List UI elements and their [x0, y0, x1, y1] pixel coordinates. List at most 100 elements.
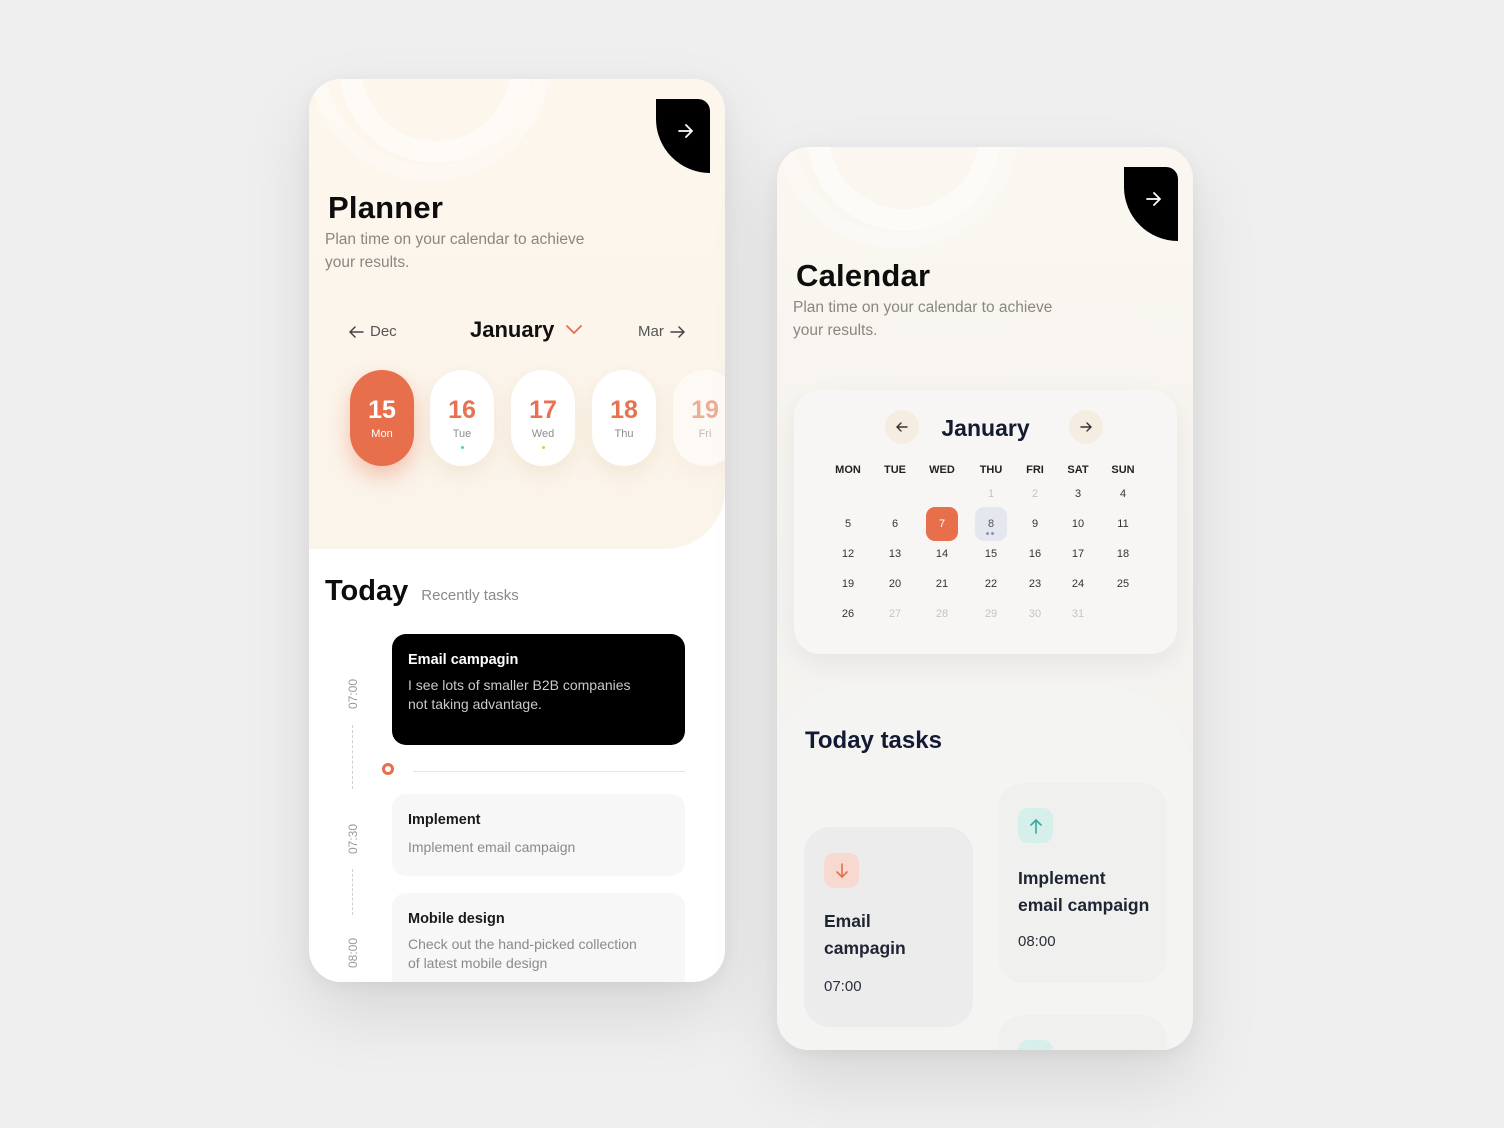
- month-selector[interactable]: January: [470, 317, 583, 343]
- day-number: 16: [448, 396, 476, 424]
- day-number: 18: [610, 396, 638, 424]
- day-name: Thu: [614, 428, 634, 440]
- weekday-label: MON: [835, 464, 861, 476]
- day-pill-16[interactable]: 16 Tue: [430, 370, 494, 466]
- month-calendar: January MON TUE WED THU FRI SAT SUN 1234567891…: [794, 390, 1177, 654]
- calendar-day[interactable]: 15: [975, 537, 1007, 571]
- day-name: Mon: [371, 428, 393, 440]
- task-tile-email-campaign[interactable]: Email campagin 07:00: [804, 827, 973, 1027]
- arrow-right-icon: [670, 325, 685, 338]
- current-time-marker: [382, 763, 394, 775]
- calendar-day[interactable]: 17: [1062, 537, 1094, 571]
- task-card-mobile-design[interactable]: Mobile design Check out the hand-picked …: [392, 893, 685, 982]
- calendar-day[interactable]: 4: [1107, 477, 1139, 511]
- prev-month-label: Dec: [370, 323, 397, 340]
- timeline-divider: [352, 869, 353, 915]
- calendar-day[interactable]: 29: [975, 597, 1007, 631]
- calendar-day[interactable]: 31: [1062, 597, 1094, 631]
- weekday-label: SUN: [1111, 464, 1135, 476]
- planner-hero-background: [309, 79, 725, 549]
- calendar-day[interactable]: 26: [832, 597, 864, 631]
- decorative-ring: [777, 147, 1019, 249]
- today-tasks-title: Today tasks: [805, 727, 942, 754]
- weekday-label: FRI: [1026, 464, 1044, 476]
- forward-button[interactable]: [1124, 167, 1178, 241]
- calendar-day[interactable]: 24: [1062, 567, 1094, 601]
- prev-month-button[interactable]: Dec: [349, 323, 397, 340]
- calendar-day[interactable]: 10: [1062, 507, 1094, 541]
- calendar-day[interactable]: 2: [1019, 477, 1051, 511]
- day-pill-18[interactable]: 18 Thu: [592, 370, 656, 466]
- month-label: January: [470, 317, 555, 342]
- calendar-day[interactable]: 30: [1019, 597, 1051, 631]
- calendar-day[interactable]: 27: [879, 597, 911, 631]
- task-icon: [1018, 1040, 1053, 1050]
- calendar-day[interactable]: 1: [975, 477, 1007, 511]
- calendar-day[interactable]: 23: [1019, 567, 1051, 601]
- today-subtitle: Recently tasks: [421, 587, 519, 604]
- calendar-day[interactable]: 28: [926, 597, 958, 631]
- task-card-implement[interactable]: Implement Implement email campaign: [392, 794, 685, 876]
- calendar-day[interactable]: 7: [926, 507, 958, 541]
- event-dot: [541, 446, 545, 449]
- day-pill-19[interactable]: 19 Fri: [673, 370, 725, 466]
- arrow-right-icon: [1080, 422, 1092, 432]
- task-title: Mobile design: [408, 911, 505, 927]
- arrow-right-icon: [1146, 192, 1161, 206]
- task-card-email-campaign[interactable]: Email campagin I see lots of smaller B2B…: [392, 634, 685, 745]
- day-pill-17[interactable]: 17 Wed: [511, 370, 575, 466]
- calendar-day[interactable]: 5: [832, 507, 864, 541]
- calendar-day[interactable]: 25: [1107, 567, 1139, 601]
- event-dot: [460, 446, 464, 449]
- next-month-button[interactable]: [1069, 410, 1103, 444]
- task-title: Email campagin: [408, 652, 519, 668]
- day-name: Fri: [698, 428, 712, 440]
- next-month-button[interactable]: Mar: [638, 323, 685, 340]
- day-pill-15[interactable]: 15 Mon: [350, 370, 414, 466]
- time-label: 08:00: [346, 937, 360, 968]
- event-dots: [986, 532, 994, 535]
- calendar-day[interactable]: 13: [879, 537, 911, 571]
- day-name: Tue: [452, 428, 472, 440]
- weekday-label: WED: [929, 464, 955, 476]
- task-time: 08:00: [1018, 933, 1056, 950]
- calendar-day[interactable]: 8: [975, 507, 1007, 541]
- calendar-day[interactable]: 22: [975, 567, 1007, 601]
- next-month-label: Mar: [638, 323, 664, 340]
- today-title: Today: [325, 575, 409, 607]
- page-title: Planner: [328, 190, 444, 225]
- calendar-day[interactable]: 6: [879, 507, 911, 541]
- task-description: I see lots of smaller B2B companies not …: [408, 677, 631, 712]
- calendar-day[interactable]: 9: [1019, 507, 1051, 541]
- planner-screen: Planner Plan time on your calendar to ac…: [309, 79, 725, 982]
- task-title: Implement: [408, 812, 481, 828]
- day-number: 19: [691, 396, 719, 424]
- page-subtitle: Plan time on your calendar to achieve yo…: [793, 299, 1053, 339]
- decorative-ring: [309, 79, 551, 181]
- arrow-right-icon: [678, 124, 693, 138]
- calendar-month-title: January: [941, 415, 1030, 441]
- task-time: 07:00: [824, 978, 862, 995]
- arrow-left-icon: [349, 325, 364, 338]
- arrow-down-icon: [824, 853, 859, 888]
- task-tile-implement[interactable]: Implement email campaign 08:00: [998, 783, 1167, 983]
- current-time-line: [413, 771, 685, 772]
- time-label: 07:00: [346, 678, 360, 709]
- task-tile-partial[interactable]: [998, 1015, 1167, 1050]
- calendar-day[interactable]: 14: [926, 537, 958, 571]
- calendar-day[interactable]: 12: [832, 537, 864, 571]
- task-description: Check out the hand-picked collection of …: [408, 936, 637, 971]
- task-title: Implement email campaign: [1018, 868, 1150, 915]
- arrow-up-icon: [1018, 808, 1053, 843]
- calendar-day[interactable]: 19: [832, 567, 864, 601]
- calendar-day[interactable]: 16: [1019, 537, 1051, 571]
- calendar-day[interactable]: 20: [879, 567, 911, 601]
- calendar-day[interactable]: 18: [1107, 537, 1139, 571]
- calendar-day[interactable]: 21: [926, 567, 958, 601]
- time-label: 07:30: [346, 823, 360, 854]
- calendar-screen: Calendar Plan time on your calendar to a…: [777, 147, 1193, 1050]
- calendar-day[interactable]: 11: [1107, 507, 1139, 541]
- page-title: Calendar: [796, 258, 931, 293]
- today-header: Today Recently tasks: [325, 575, 519, 608]
- calendar-day[interactable]: 3: [1062, 477, 1094, 511]
